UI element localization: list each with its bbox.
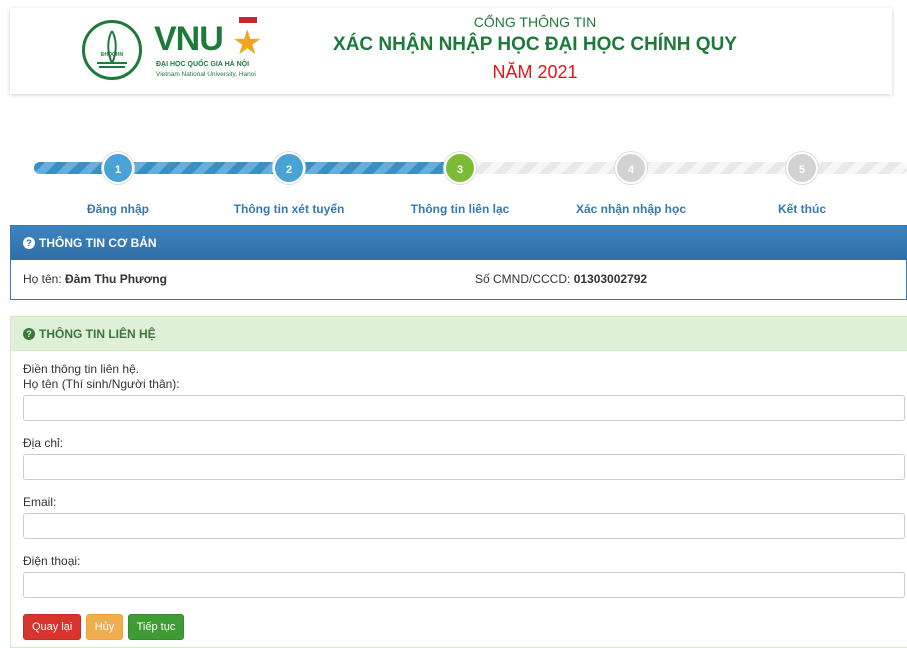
year-title: NĂM 2021 [492, 62, 578, 82]
address-input[interactable] [23, 454, 905, 480]
form-actions: Quay lại Hủy Tiếp tục [23, 614, 185, 640]
step-1-label: Đăng nhập [87, 202, 149, 216]
step-3-label: Thông tin liên lạc [410, 202, 510, 216]
step-2-dot: 2 [273, 152, 305, 184]
step-4-dot: 4 [615, 152, 647, 184]
question-circle-icon [23, 328, 35, 340]
phone-label: Điện thoại: [23, 554, 81, 568]
logo-subtitle-en: Vietnam National University, Hanoi [156, 71, 256, 78]
portal-title: CỔNG THÔNG TIN [473, 14, 597, 30]
contact-form: Điền thông tin liên hệ. Họ tên (Thí sinh… [11, 351, 907, 598]
fullname-label: Họ tên (Thí sinh/Người thân): [23, 377, 180, 391]
vnu-emblem-icon: ĐHQGHN [82, 20, 142, 80]
back-button[interactable]: Quay lại [23, 614, 82, 640]
step-2-label: Thông tin xét tuyển [233, 202, 345, 216]
email-label: Email: [23, 495, 57, 509]
step-5-dot: 5 [786, 152, 818, 184]
name-value: Đàm Thu Phương [65, 272, 167, 286]
basic-info-body: Họ tên: Đàm Thu Phương Số CMND/CCCD: 013… [11, 260, 906, 300]
basic-info-panel: THÔNG TIN CƠ BẢN Họ tên: Đàm Thu Phương … [10, 225, 907, 300]
form-instruction: Điền thông tin liên hệ. [23, 362, 140, 376]
vnu-logo[interactable]: ĐHQGHN VNU ★ ĐẠI HỌC QUỐC GIA HÀ NỘI Vie… [82, 14, 292, 86]
basic-info-header: THÔNG TIN CƠ BẢN [11, 226, 906, 260]
stepper-track-done [34, 162, 460, 174]
step-4-label: Xác nhận nhập học [575, 202, 686, 216]
question-circle-icon [23, 237, 35, 249]
logo-circle-text: ĐHQGHN [101, 52, 124, 58]
id-label: Số CMND/CCCD: [475, 272, 571, 286]
progress-stepper: 1 2 3 4 5 Đăng nhập Thông tin xét tuyển … [0, 150, 907, 220]
address-label: Địa chỉ: [23, 436, 64, 450]
field-email: Email: [23, 495, 905, 539]
continue-button[interactable]: Tiếp tục [127, 614, 185, 640]
contact-info-panel: THÔNG TIN LIÊN HỆ Điền thông tin liên hệ… [10, 316, 907, 648]
fullname-input[interactable] [23, 395, 905, 421]
stepper-track-todo [460, 162, 907, 174]
page-title: XÁC NHẬN NHẬP HỌC ĐẠI HỌC CHÍNH QUY [333, 34, 737, 55]
contact-info-title: THÔNG TIN LIÊN HỆ [39, 327, 156, 341]
star-icon: ★ [232, 24, 263, 62]
step-5-label: Kết thúc [778, 202, 826, 216]
field-address: Địa chỉ: [23, 436, 905, 480]
medal-ribbon-icon [239, 17, 257, 23]
phone-input[interactable] [23, 572, 905, 598]
logo-name: VNU [154, 20, 224, 58]
contact-info-header: THÔNG TIN LIÊN HỆ [11, 317, 907, 351]
id-value: 01303002792 [573, 272, 648, 286]
field-phone: Điện thoại: [23, 554, 905, 598]
id-info: Số CMND/CCCD: 01303002792 [475, 272, 647, 286]
step-3-dot: 3 [444, 152, 476, 184]
logo-subtitle-vi: ĐẠI HỌC QUỐC GIA HÀ NỘI [156, 61, 250, 68]
cancel-button[interactable]: Hủy [85, 614, 124, 640]
basic-info-title: THÔNG TIN CƠ BẢN [39, 236, 157, 250]
field-fullname: Họ tên (Thí sinh/Người thân): [23, 377, 905, 421]
site-header: ĐHQGHN VNU ★ ĐẠI HỌC QUỐC GIA HÀ NỘI Vie… [10, 8, 892, 94]
header-titles: CỔNG THÔNG TIN XÁC NHẬN NHẬP HỌC ĐẠI HỌC… [300, 8, 770, 83]
step-1-dot: 1 [102, 152, 134, 184]
email-input[interactable] [23, 513, 905, 539]
name-label: Họ tên: [23, 272, 62, 286]
